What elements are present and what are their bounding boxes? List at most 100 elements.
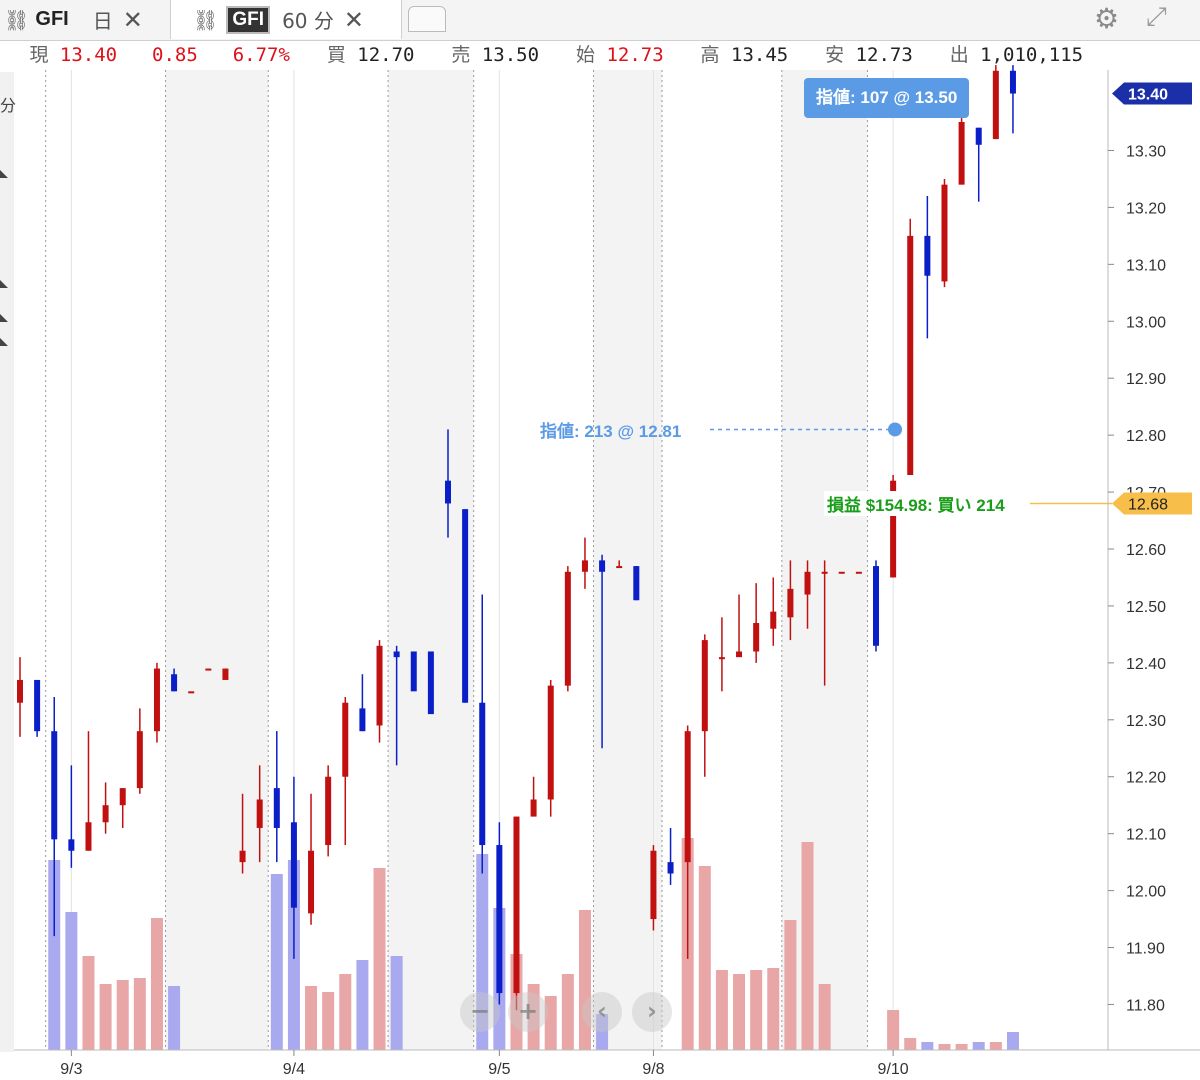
candle-body <box>359 708 366 732</box>
candle-body <box>736 651 743 658</box>
volume-bar <box>305 986 318 1050</box>
candle-body <box>513 816 520 994</box>
price-tick-label: 11.80 <box>1126 997 1165 1014</box>
candle-body <box>958 122 965 185</box>
date-tick-label: 9/4 <box>283 1061 305 1078</box>
volume-bar <box>784 920 797 1050</box>
volume-bar <box>801 842 814 1050</box>
candle-body <box>564 571 571 686</box>
candle-body <box>667 862 674 874</box>
position-pnl-label: 損益 $154.98: 買い 214 <box>824 491 1008 517</box>
date-tick-label: 9/3 <box>60 1061 82 1078</box>
candle-body <box>838 571 845 574</box>
volume-bar <box>921 1042 934 1050</box>
zoom-out-button[interactable]: − <box>460 992 500 1032</box>
price-tick-label: 12.00 <box>1126 884 1166 901</box>
price-tick-label: 12.10 <box>1126 827 1166 844</box>
current-price-label: 13.40 <box>1128 87 1168 104</box>
candle-body <box>205 668 212 671</box>
price-tick-label: 13.00 <box>1126 314 1166 331</box>
candle-body <box>616 566 623 569</box>
date-tick-label: 9/10 <box>878 1061 909 1078</box>
candle-body <box>342 702 349 777</box>
candle-body <box>102 805 109 823</box>
candle-body <box>85 822 92 851</box>
candle-body <box>273 788 280 828</box>
price-tick-label: 12.30 <box>1126 713 1166 730</box>
volume-bar <box>955 1044 968 1050</box>
price-tick-label: 12.20 <box>1126 770 1166 787</box>
candle-body <box>975 127 982 145</box>
candle-body <box>445 480 451 504</box>
price-tick-label: 13.10 <box>1126 257 1166 274</box>
candle-body <box>68 839 75 851</box>
candle-body <box>804 571 811 595</box>
candle-body <box>376 645 383 726</box>
volume-bar <box>133 978 146 1050</box>
price-tick-label: 13.20 <box>1126 200 1166 217</box>
limit-order-label-lower[interactable]: 指値: 213 @ 12.81 <box>540 417 681 442</box>
volume-bar <box>150 918 163 1050</box>
candle-body <box>718 657 725 660</box>
volume-bar <box>750 970 763 1050</box>
session-shade <box>388 70 474 1050</box>
volume-bar <box>767 968 780 1050</box>
volume-bar <box>904 1038 917 1050</box>
volume-bar <box>989 1042 1002 1050</box>
price-tick-label: 13.30 <box>1126 143 1166 160</box>
candle-body <box>530 799 537 817</box>
candle-body <box>17 679 23 703</box>
candle-body <box>290 822 297 908</box>
limit-order-tag-upper[interactable]: 指値: 107 @ 13.50 <box>804 78 970 118</box>
price-tick-label: 11.90 <box>1126 941 1165 958</box>
position-price-label: 12.68 <box>1128 496 1168 513</box>
candle-body <box>34 679 41 732</box>
candle-body <box>924 235 931 276</box>
volume-bar <box>818 984 831 1050</box>
candlestick-chart[interactable]: 11.80 11.90 12.00 12.10 12.20 12.30 12.40 12.50… <box>0 0 1200 1080</box>
volume-bar <box>116 980 129 1050</box>
session-shade <box>781 70 868 1050</box>
volume-bar <box>356 960 369 1050</box>
volume-bar <box>65 912 78 1050</box>
candle-body <box>770 611 777 629</box>
scroll-right-button[interactable]: › <box>632 992 672 1032</box>
price-tick-label: 12.60 <box>1126 542 1166 559</box>
candle-body <box>1009 70 1016 94</box>
candle-body <box>393 651 400 658</box>
price-tick-label: 12.50 <box>1126 599 1166 616</box>
volume-bar <box>1006 1032 1019 1050</box>
date-tick-label: 9/5 <box>488 1061 510 1078</box>
candle-body <box>462 509 469 703</box>
candle-body <box>119 788 126 806</box>
date-tick-label: 9/8 <box>642 1061 664 1078</box>
candle-body <box>581 560 588 572</box>
price-tick-label: 12.90 <box>1126 371 1166 388</box>
candle-body <box>51 731 58 840</box>
volume-bar <box>390 956 403 1050</box>
price-tick-label: 12.40 <box>1126 656 1166 673</box>
candle-body <box>325 776 332 846</box>
candle-body <box>787 588 794 618</box>
candle-body <box>599 560 606 572</box>
candle-body <box>907 235 914 475</box>
session-shade <box>165 70 269 1050</box>
volume-bar <box>972 1042 985 1050</box>
volume-bar <box>938 1044 951 1050</box>
volume-bar <box>698 866 711 1050</box>
candle-body <box>308 850 315 914</box>
scroll-left-button[interactable]: ‹ <box>582 992 622 1032</box>
volume-bar <box>322 992 335 1050</box>
zoom-in-button[interactable]: + <box>508 992 548 1032</box>
candle-body <box>992 70 999 140</box>
candle-body <box>701 640 708 732</box>
candle-body <box>427 651 434 715</box>
candle-body <box>239 850 246 863</box>
candle-body <box>256 799 263 828</box>
volume-bar <box>733 974 746 1050</box>
candle-body <box>753 623 760 652</box>
candle-body <box>855 571 862 574</box>
candle-body <box>188 691 195 694</box>
volume-bar <box>270 874 283 1050</box>
volume-bar <box>715 970 728 1050</box>
